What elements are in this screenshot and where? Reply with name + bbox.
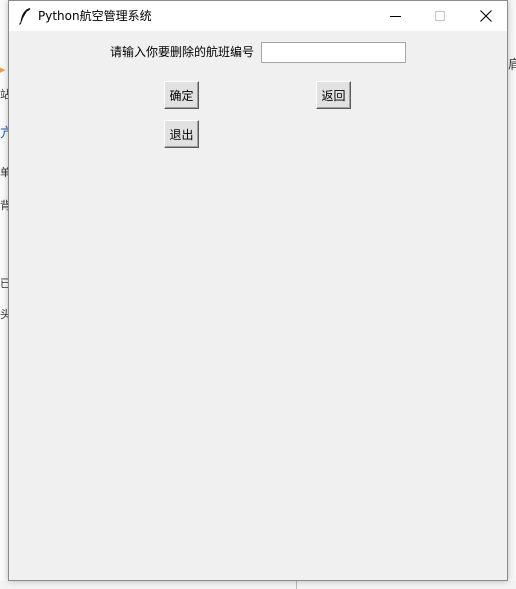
flight-number-label: 请输入你要删除的航班编号 — [110, 45, 255, 59]
close-icon — [480, 10, 492, 22]
title-bar[interactable]: Python航空管理系统 — [9, 1, 507, 31]
feather-icon — [18, 7, 32, 25]
close-button[interactable] — [463, 1, 509, 31]
background-fragment: 肩 — [508, 58, 516, 73]
maximize-icon — [435, 11, 445, 21]
background-fragment-marker: ▸ — [0, 63, 6, 76]
back-button[interactable]: 返回 — [316, 81, 351, 109]
minimize-button[interactable] — [373, 1, 419, 31]
flight-number-input[interactable] — [261, 42, 406, 63]
maximize-button[interactable] — [417, 1, 463, 31]
window-title: Python航空管理系统 — [38, 9, 152, 23]
app-window: Python航空管理系统 请输入你要删除的航班编号 确定 返回 退出 — [8, 0, 508, 581]
window-client-area: 请输入你要删除的航班编号 确定 返回 退出 — [9, 31, 507, 580]
background-divider — [296, 581, 297, 589]
minimize-icon — [390, 16, 401, 17]
exit-button[interactable]: 退出 — [164, 120, 199, 148]
background-app-bottom-edge — [0, 581, 516, 589]
confirm-button[interactable]: 确定 — [164, 81, 199, 109]
background-app-right-edge — [508, 0, 516, 589]
